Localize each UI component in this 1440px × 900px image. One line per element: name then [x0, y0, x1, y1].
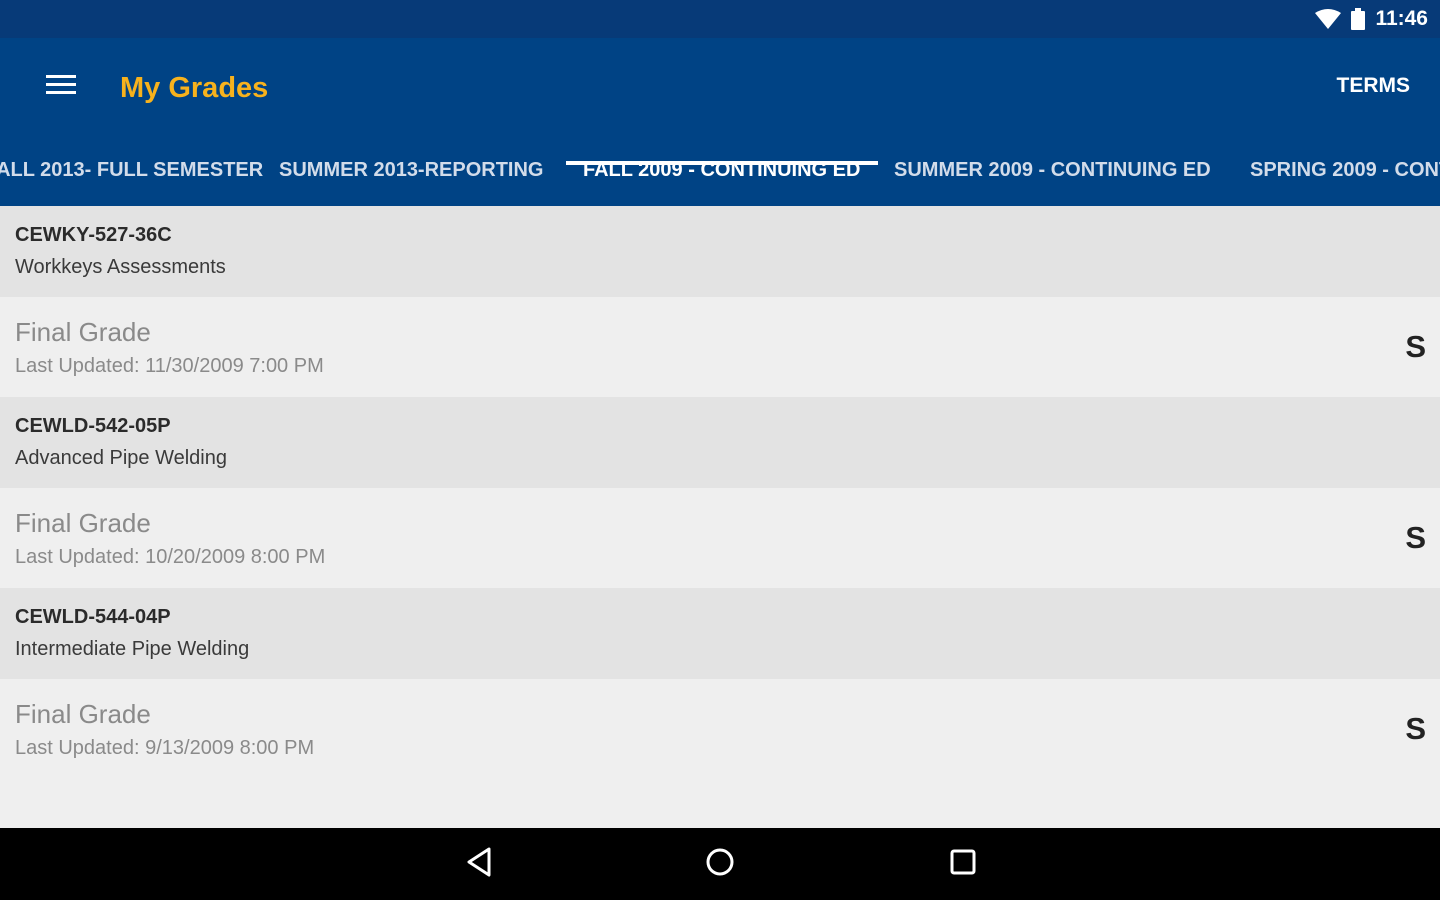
grade-value: S [1405, 329, 1426, 364]
status-time: 11:46 [1375, 7, 1428, 30]
grade-row[interactable]: Final Grade Last Updated: 10/20/2009 8:0… [0, 488, 1440, 588]
wifi-icon [1315, 9, 1342, 29]
app-bar: My Grades TERMS FALL 2013- FULL SEMESTER… [0, 38, 1440, 206]
term-tabs: FALL 2013- FULL SEMESTER SUMMER 2013-REP… [0, 144, 1440, 206]
course-name: Intermediate Pipe Welding [15, 638, 250, 660]
tab-summer-2009[interactable]: SUMMER 2009 - CONTINUING ED [894, 144, 1211, 206]
terms-button[interactable]: TERMS [1337, 71, 1411, 101]
recents-button[interactable] [938, 842, 988, 886]
grade-row[interactable]: Final Grade Last Updated: 11/30/2009 7:0… [0, 297, 1440, 397]
page-title: My Grades [120, 72, 269, 104]
recents-icon [949, 848, 977, 881]
battery-icon [1351, 8, 1366, 30]
grade-row[interactable]: Final Grade Last Updated: 9/13/2009 8:00… [0, 679, 1440, 779]
tab-fall-2009[interactable]: FALL 2009 - CONTINUING ED [583, 144, 860, 206]
last-updated: Last Updated: 9/13/2009 8:00 PM [15, 737, 315, 759]
course-header: CEWLD-544-04P Intermediate Pipe Welding [0, 588, 1440, 679]
grade-label: Final Grade [15, 699, 151, 729]
grade-label: Final Grade [15, 317, 151, 347]
status-bar: 11:46 [0, 0, 1440, 38]
tab-summer-2013[interactable]: SUMMER 2013-REPORTING [279, 144, 544, 206]
course-header: CEWKY-527-36C Workkeys Assessments [0, 206, 1440, 297]
course-name: Advanced Pipe Welding [15, 447, 227, 469]
tab-fall-2013[interactable]: FALL 2013- FULL SEMESTER [0, 144, 263, 206]
grade-value: S [1405, 711, 1426, 746]
navigation-bar [0, 828, 1440, 900]
grades-list: CEWKY-527-36C Workkeys Assessments Final… [0, 206, 1440, 828]
home-button[interactable] [695, 842, 745, 886]
back-button[interactable] [454, 842, 504, 886]
menu-icon [46, 74, 76, 100]
tab-indicator [566, 161, 878, 165]
back-icon [465, 847, 493, 882]
tab-spring-2009[interactable]: SPRING 2009 - CONTINUING ED [1250, 144, 1440, 206]
status-icons: 11:46 [1315, 0, 1428, 38]
last-updated: Last Updated: 10/20/2009 8:00 PM [15, 546, 326, 568]
course-header: CEWLD-542-05P Advanced Pipe Welding [0, 397, 1440, 488]
course-name: Workkeys Assessments [15, 256, 226, 278]
home-icon [705, 847, 735, 882]
grade-label: Final Grade [15, 508, 151, 538]
course-code: CEWLD-542-05P [15, 415, 171, 437]
grade-value: S [1405, 520, 1426, 555]
course-code: CEWKY-527-36C [15, 224, 172, 246]
last-updated: Last Updated: 11/30/2009 7:00 PM [15, 355, 324, 377]
course-code: CEWLD-544-04P [15, 606, 171, 628]
menu-button[interactable] [36, 65, 86, 109]
